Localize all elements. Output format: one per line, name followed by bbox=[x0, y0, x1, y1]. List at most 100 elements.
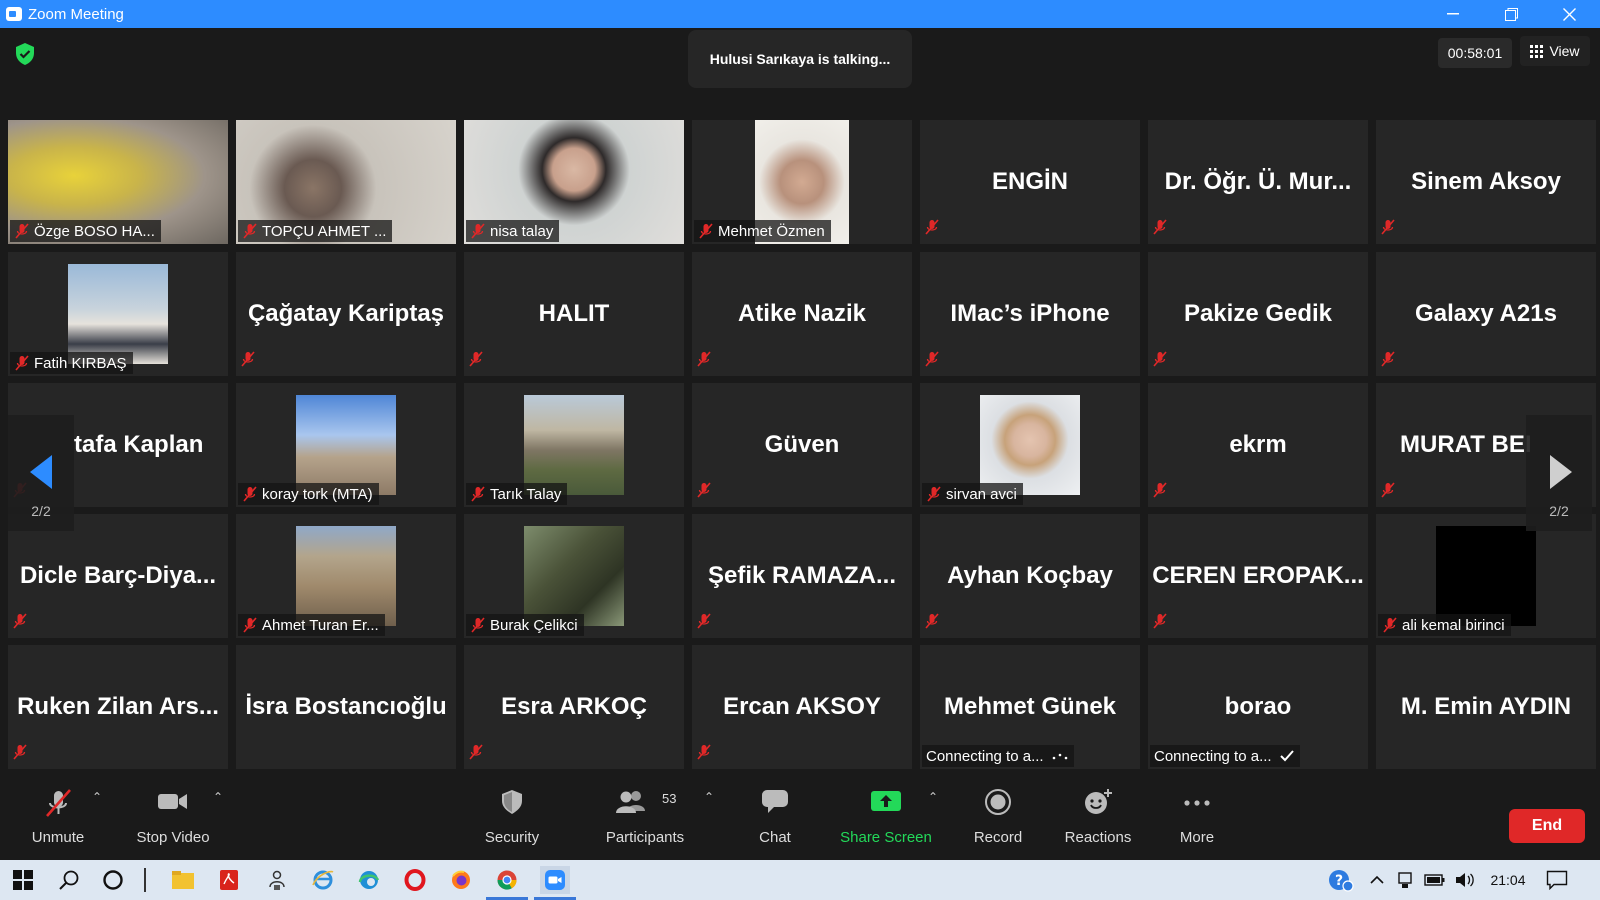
view-button[interactable]: View bbox=[1520, 36, 1590, 66]
participant-tile[interactable]: Özge BOSO HA... bbox=[8, 120, 228, 244]
minimize-icon bbox=[1447, 13, 1459, 15]
participant-tile[interactable]: Ayhan Koçbay bbox=[920, 514, 1140, 638]
internet-explorer-icon bbox=[312, 870, 334, 890]
mic-muted-icon bbox=[1153, 351, 1167, 367]
chrome-icon bbox=[497, 870, 517, 890]
participant-tile[interactable]: Tarık Talay bbox=[464, 383, 684, 507]
reactions-button[interactable]: Reactions bbox=[1062, 782, 1134, 852]
close-icon bbox=[1562, 7, 1576, 21]
opera-icon bbox=[404, 869, 426, 891]
speaker-volume-icon bbox=[1456, 873, 1474, 887]
participant-name: nisa talay bbox=[490, 222, 554, 240]
participant-tile[interactable]: Pakize Gedik bbox=[1148, 252, 1368, 376]
participant-tile[interactable]: Fatih KIRBAŞ bbox=[8, 252, 228, 376]
stop-video-button[interactable]: Stop Video bbox=[130, 782, 216, 852]
participants-button[interactable]: 53 Participants bbox=[600, 782, 690, 852]
close-button[interactable] bbox=[1540, 0, 1598, 28]
tray-webcam-icon-button[interactable] bbox=[1390, 866, 1420, 894]
mic-muted-icon bbox=[699, 223, 713, 239]
participant-display-name: ENGİN bbox=[991, 168, 1068, 195]
participant-tile[interactable]: Esra ARKOÇ bbox=[464, 645, 684, 769]
participant-tile[interactable]: Mehmet Özmen bbox=[692, 120, 912, 244]
security-button[interactable]: Security bbox=[480, 782, 544, 852]
taskbar-network-app[interactable] bbox=[262, 866, 292, 894]
participant-tile[interactable]: Burak Çelikci bbox=[464, 514, 684, 638]
participant-tile[interactable]: Ruken Zilan Ars... bbox=[8, 645, 228, 769]
mic-muted-icon bbox=[697, 613, 711, 629]
participant-tile[interactable]: Güven bbox=[692, 383, 912, 507]
action-center-button[interactable] bbox=[1542, 866, 1572, 894]
mute-indicator bbox=[1380, 482, 1400, 503]
taskbar-opera[interactable] bbox=[400, 866, 430, 894]
mute-indicator bbox=[468, 744, 488, 765]
participant-name-label: sirvan avci bbox=[922, 483, 1023, 505]
taskbar-zoom[interactable] bbox=[534, 866, 576, 900]
participant-name: ali kemal birinci bbox=[1402, 616, 1505, 634]
record-button[interactable]: Record bbox=[970, 782, 1026, 852]
taskbar-acrobat[interactable] bbox=[214, 866, 244, 894]
participant-tile[interactable]: M. Emin AYDIN bbox=[1376, 645, 1596, 769]
participant-tile[interactable]: IMac’s iPhone bbox=[920, 252, 1140, 376]
taskbar-file-explorer[interactable] bbox=[168, 866, 198, 894]
participant-tile[interactable]: Mehmet Günek Connecting to a... bbox=[920, 645, 1140, 769]
restore-button[interactable] bbox=[1482, 0, 1540, 28]
participant-tile[interactable]: İsra Bostancıoğlu bbox=[236, 645, 456, 769]
participant-tile[interactable]: HALIT bbox=[464, 252, 684, 376]
encryption-shield-icon[interactable] bbox=[14, 42, 36, 66]
next-page-button[interactable]: 2/2 bbox=[1526, 415, 1592, 531]
minimize-button[interactable] bbox=[1424, 0, 1482, 28]
participant-video bbox=[68, 264, 168, 364]
participant-tile[interactable]: Sinem Aksoy bbox=[1376, 120, 1596, 244]
video-options-caret[interactable]: ⌃ bbox=[213, 790, 223, 804]
participant-display-name: Dr. Öğr. Ü. Mur... bbox=[1164, 168, 1352, 195]
participant-tile[interactable]: Çağatay Kariptaş bbox=[236, 252, 456, 376]
participant-tile[interactable]: Ahmet Turan Er... bbox=[236, 514, 456, 638]
participant-tile[interactable]: TOPÇU AHMET ... bbox=[236, 120, 456, 244]
participant-tile[interactable]: sirvan avci bbox=[920, 383, 1140, 507]
mic-muted-icon bbox=[15, 223, 29, 239]
participant-tile[interactable]: ali kemal birinci bbox=[1376, 514, 1596, 638]
share-screen-button[interactable]: Share Screen bbox=[838, 782, 934, 852]
audio-options-caret[interactable]: ⌃ bbox=[92, 790, 102, 804]
participant-tile[interactable]: Şefik RAMAZA... bbox=[692, 514, 912, 638]
end-meeting-button[interactable]: End bbox=[1509, 809, 1585, 843]
mic-muted-icon bbox=[697, 482, 711, 498]
participant-tile[interactable]: nisa talay bbox=[464, 120, 684, 244]
unmute-button[interactable]: Unmute bbox=[24, 782, 92, 852]
page-indicator-right: 2/2 bbox=[1549, 503, 1569, 519]
participant-tile[interactable]: Atike Nazik bbox=[692, 252, 912, 376]
participant-tile[interactable]: Galaxy A21s bbox=[1376, 252, 1596, 376]
mute-indicator bbox=[12, 613, 32, 634]
chat-button[interactable]: Chat bbox=[750, 782, 800, 852]
taskbar-internet-explorer[interactable] bbox=[308, 866, 338, 894]
cortana-button[interactable] bbox=[98, 866, 128, 894]
mic-muted-icon bbox=[1381, 351, 1395, 367]
participant-tile[interactable]: ekrm bbox=[1148, 383, 1368, 507]
taskbar-chrome[interactable] bbox=[486, 866, 528, 900]
chevron-up-icon bbox=[1370, 875, 1384, 884]
mic-muted-icon bbox=[925, 219, 939, 235]
taskbar-edge[interactable] bbox=[354, 866, 384, 894]
tray-help-notification[interactable]: ? bbox=[1326, 866, 1356, 894]
previous-page-button[interactable]: 2/2 bbox=[8, 415, 74, 531]
tray-show-hidden-icons[interactable] bbox=[1362, 866, 1392, 894]
tray-battery[interactable] bbox=[1420, 866, 1450, 894]
participant-tile[interactable]: koray tork (MTA) bbox=[236, 383, 456, 507]
taskbar-search-button[interactable] bbox=[54, 866, 84, 894]
more-button[interactable]: More bbox=[1174, 782, 1220, 852]
participant-display-name: ekrm bbox=[1229, 431, 1287, 458]
participant-tile[interactable]: Dicle Barç-Diya... bbox=[8, 514, 228, 638]
participant-tile[interactable]: borao Connecting to a... bbox=[1148, 645, 1368, 769]
participants-options-caret[interactable]: ⌃ bbox=[704, 790, 714, 804]
tray-volume[interactable] bbox=[1450, 866, 1480, 894]
participant-tile[interactable]: Dr. Öğr. Ü. Mur... bbox=[1148, 120, 1368, 244]
participant-tile[interactable]: ENGİN bbox=[920, 120, 1140, 244]
mute-indicator bbox=[696, 351, 716, 372]
participant-tile[interactable]: Ercan AKSOY bbox=[692, 645, 912, 769]
share-options-caret[interactable]: ⌃ bbox=[928, 790, 938, 804]
participant-tile[interactable]: CEREN EROPAK... bbox=[1148, 514, 1368, 638]
taskbar-clock[interactable]: 21:04 bbox=[1486, 860, 1530, 900]
taskbar-firefox[interactable] bbox=[446, 866, 476, 894]
mute-indicator bbox=[1380, 219, 1400, 240]
windows-start-button[interactable] bbox=[8, 866, 38, 894]
